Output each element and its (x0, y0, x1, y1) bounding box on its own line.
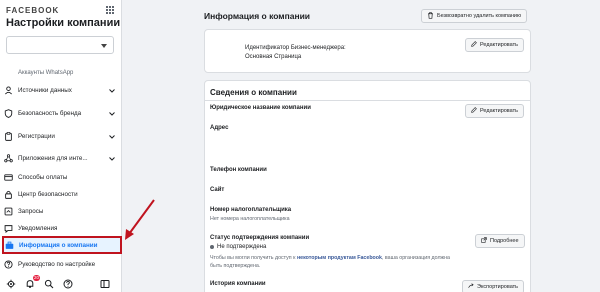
verification-status: Не подтверждена (210, 244, 266, 250)
business-details-card: Сведения о компании Юридическое название… (204, 80, 531, 292)
details-card-title: Сведения о компании (210, 88, 297, 97)
sidebar-item-payment-methods[interactable]: Способы оплаты (4, 170, 120, 185)
verification-note: Чтобы вы могли получить доступ к некотор… (210, 254, 450, 270)
sidebar-item-label: Центр безопасности (18, 191, 78, 198)
sidebar-item-requests[interactable]: Запросы (4, 204, 120, 219)
sidebar-item-label: Источники данных (18, 87, 72, 94)
chevron-down-icon (108, 87, 116, 95)
export-button[interactable]: Экспортировать (462, 280, 525, 292)
phone-label: Телефон компании (210, 167, 267, 173)
pencil-icon (471, 41, 477, 49)
notification-badge: 20 (32, 275, 40, 281)
verification-note-text-2: , ваша организация должна (381, 255, 450, 261)
business-selector[interactable] (6, 36, 114, 54)
requests-icon (4, 207, 13, 216)
business-id-card: Идентификатор Бизнес-менеджера: Основная… (204, 29, 531, 73)
notifications-icon (4, 224, 13, 233)
sidebar-title: Настройки компании (6, 17, 121, 29)
status-dot-icon (210, 245, 214, 249)
export-label: Экспортировать (477, 284, 519, 290)
sidebar-item-setup-guide[interactable]: Руководство по настройке (4, 257, 120, 272)
sidebar-item-brand-safety[interactable]: Безопасность бренда (4, 106, 120, 121)
briefcase-icon (5, 241, 14, 250)
sidebar-item-data-sources[interactable]: Источники данных (4, 83, 120, 98)
verification-status-label: Статус подтверждения компании (210, 235, 310, 241)
sidebar-item-notifications[interactable]: Уведомления (4, 221, 120, 236)
edit-details-button[interactable]: Редактировать (465, 104, 524, 118)
sidebar-item-whatsapp-accounts[interactable]: Аккаунты WhatsApp (18, 70, 73, 76)
gear-icon[interactable] (6, 279, 16, 289)
bell-icon[interactable]: 20 (25, 275, 40, 289)
verification-note-text-3: быть подтверждена. (210, 263, 261, 269)
shield-icon (4, 109, 13, 118)
data-sources-icon (4, 86, 13, 95)
tax-id-value: Нет номера налогоплательщика (210, 216, 290, 222)
pencil-icon (471, 107, 477, 115)
business-id-label: Идентификатор Бизнес-менеджера: (245, 45, 346, 51)
sidebar-item-label: Информация о компании (19, 241, 98, 249)
delete-business-button[interactable]: Безвозвратно удалить компанию (421, 9, 528, 23)
verification-status-value: Не подтверждена (217, 244, 267, 250)
address-label: Адрес (210, 125, 229, 131)
sidebar-item-label: Уведомления (18, 225, 58, 232)
trash-icon (427, 11, 434, 21)
card-icon (4, 173, 13, 182)
sidebar-item-label: Руководство по настройке (18, 261, 96, 268)
sidebar-item-integrations[interactable]: Приложения для инте... (4, 151, 120, 166)
external-link-icon (481, 237, 487, 245)
clipboard-icon (4, 132, 13, 141)
help-icon (4, 260, 13, 269)
tax-id-label: Номер налогоплательщика (210, 207, 292, 213)
sidebar-item-registrations[interactable]: Регистрации (4, 129, 120, 144)
edit-id-button[interactable]: Редактировать (465, 38, 524, 52)
lock-icon (4, 190, 13, 199)
integrations-icon (4, 154, 13, 163)
collapse-sidebar-icon[interactable] (100, 279, 110, 289)
delete-business-label: Безвозвратно удалить компанию (437, 13, 522, 19)
sidebar-item-security-center[interactable]: Центр безопасности (4, 187, 120, 202)
chevron-down-icon (101, 44, 107, 48)
website-label: Сайт (210, 187, 225, 193)
legal-name-label: Юридическое название компании (210, 105, 311, 111)
facebook-products-link[interactable]: некоторым продуктам Facebook (297, 255, 382, 261)
sidebar-bottom-toolbar: 20 (0, 275, 121, 292)
business-id-value: Основная Страница (245, 54, 302, 60)
share-icon (468, 283, 474, 291)
edit-id-label: Редактировать (480, 42, 518, 48)
edit-details-label: Редактировать (480, 108, 518, 114)
sidebar: FACEBOOK Настройки компании Аккаунты Wha… (0, 0, 122, 292)
business-history-label: История компании (210, 281, 266, 287)
chevron-down-icon (108, 155, 116, 163)
sidebar-item-label: Приложения для инте... (18, 155, 88, 162)
chevron-down-icon (108, 110, 116, 118)
learn-more-button[interactable]: Подробнее (475, 234, 525, 248)
verification-note-text: Чтобы вы могли получить доступ к (210, 255, 296, 261)
sidebar-item-label: Запросы (18, 208, 44, 215)
page-title: Информация о компании (204, 11, 311, 21)
brand-logo: FACEBOOK (6, 6, 60, 15)
help-circle-icon[interactable] (63, 279, 73, 289)
sidebar-item-business-info[interactable]: Информация о компании (2, 236, 122, 254)
business-settings-app: FACEBOOK Настройки компании Аккаунты Wha… (0, 0, 600, 292)
chevron-down-icon (108, 133, 116, 141)
divider (205, 100, 530, 101)
apps-grid-icon[interactable] (106, 6, 115, 15)
main-content: Информация о компании Безвозвратно удали… (122, 0, 600, 292)
sidebar-item-label: Регистрации (18, 133, 55, 140)
sidebar-item-label: Безопасность бренда (18, 110, 82, 117)
learn-more-label: Подробнее (490, 238, 519, 244)
search-icon[interactable] (44, 279, 54, 289)
sidebar-item-label: Способы оплаты (18, 174, 68, 181)
